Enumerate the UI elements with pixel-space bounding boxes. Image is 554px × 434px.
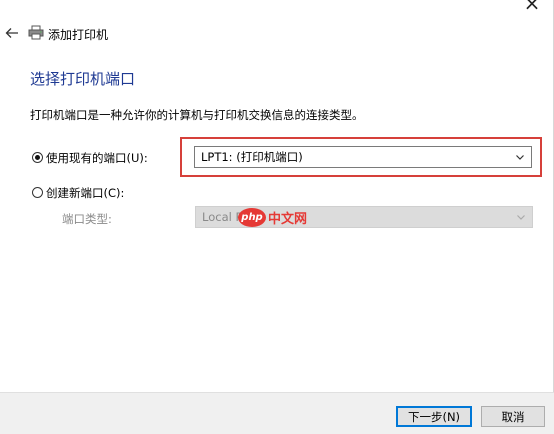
cancel-button[interactable]: 取消 (481, 406, 545, 427)
use-existing-port-label[interactable]: 使用现有的端口(U): (46, 150, 148, 166)
existing-port-value: LPT1: (打印机端口) (201, 150, 303, 164)
chevron-down-icon (517, 215, 525, 220)
create-new-port-label[interactable]: 创建新端口(C): (46, 185, 124, 201)
watermark-text: 中文网 (268, 211, 308, 227)
next-button[interactable]: 下一步(N) (396, 406, 472, 427)
create-new-port-radio[interactable] (32, 187, 43, 198)
existing-port-select[interactable]: LPT1: (打印机端口) (194, 146, 532, 168)
port-type-label: 端口类型: (62, 212, 112, 226)
close-button[interactable]: × (521, 0, 543, 14)
chevron-down-icon (516, 155, 524, 160)
footer-bar: 下一步(N) 取消 (0, 392, 554, 434)
page-title: 选择打印机端口 (30, 70, 136, 88)
add-printer-window: × 添加打印机 选择打印机端口 打印机端口是一种允许你的计算机与打印机交换信息的… (0, 0, 554, 434)
back-arrow-icon[interactable] (3, 24, 21, 42)
window-title: 添加打印机 (48, 28, 109, 42)
printer-icon (28, 25, 44, 40)
use-existing-port-radio[interactable] (32, 152, 43, 163)
port-type-value: Local P (202, 210, 243, 224)
watermark: php 中文网 (238, 205, 307, 229)
page-description: 打印机端口是一种允许你的计算机与打印机交换信息的连接类型。 (30, 108, 364, 122)
watermark-logo: php (238, 207, 266, 227)
